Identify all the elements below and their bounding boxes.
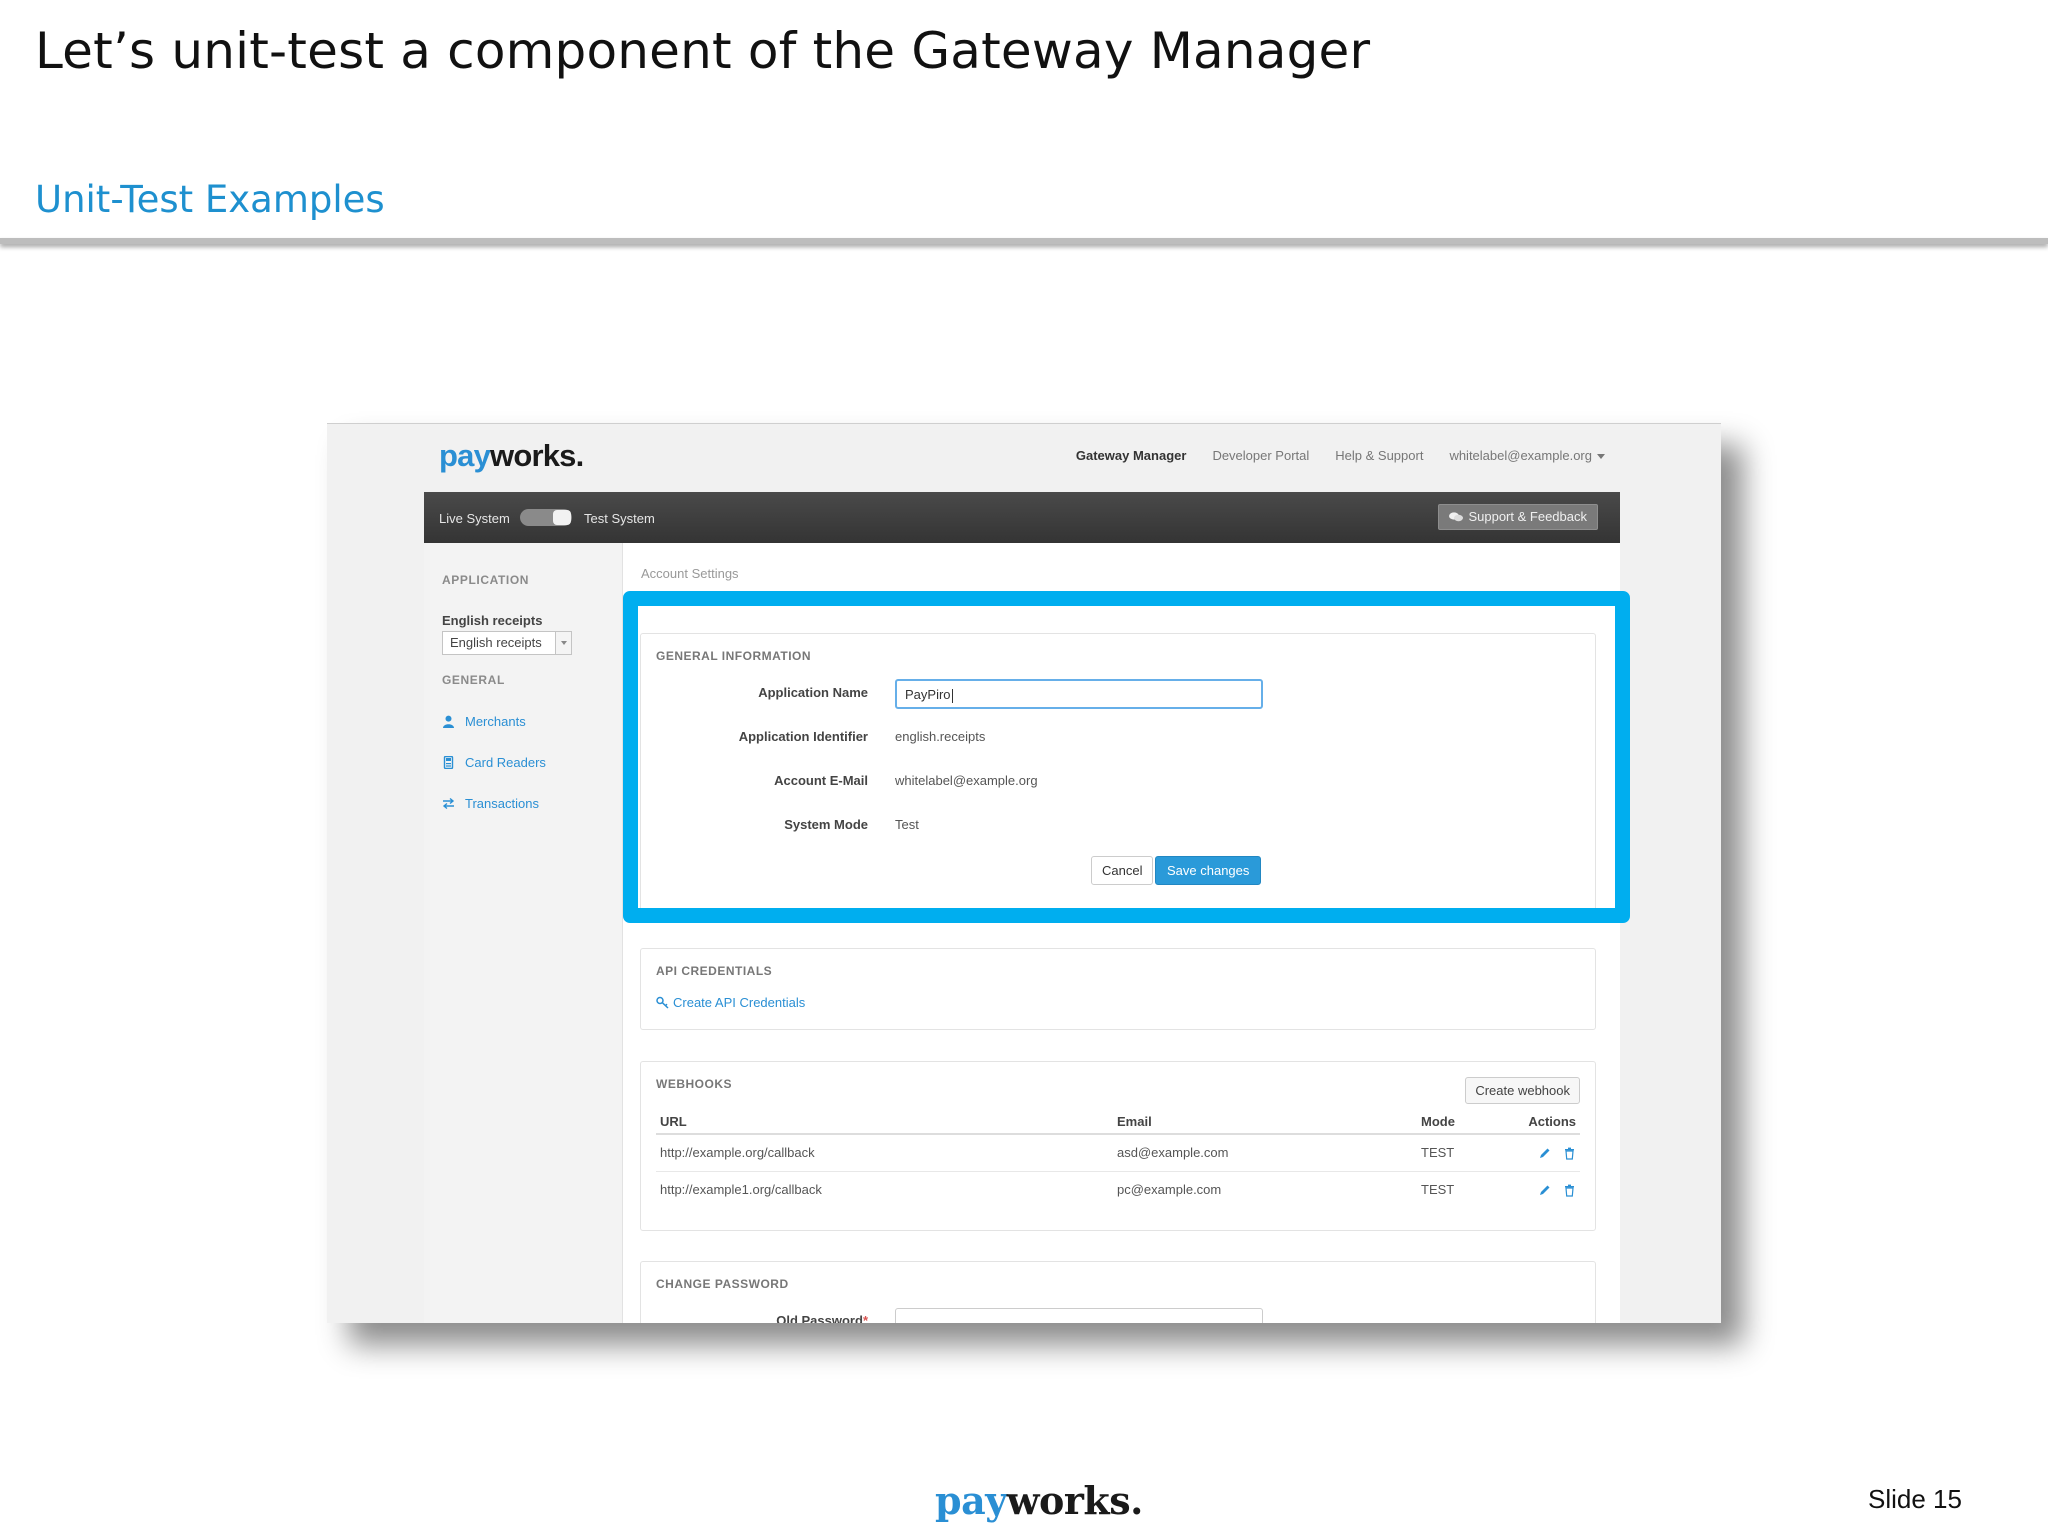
account-email: whitelabel@example.org [1449,448,1592,463]
sidebar-item-merchants[interactable]: Merchants [442,714,526,729]
table-header-row: URL Email Mode Actions [656,1110,1580,1135]
sidebar-item-label: Transactions [465,796,539,811]
column-url: URL [656,1110,1113,1135]
sidebar-heading-general: GENERAL [442,673,505,687]
slide-title: Let’s unit-test a component of the Gatew… [35,22,1371,80]
column-email: Email [1113,1110,1417,1135]
main-content: Account Settings GENERAL INFORMATION App… [623,543,1630,1323]
change-password-heading: CHANGE PASSWORD [656,1277,789,1291]
toggle-knob [553,510,571,525]
webhook-email: asd@example.com [1113,1134,1417,1172]
payworks-logo[interactable]: payworks. [439,438,584,474]
webhook-url: http://example.org/callback [656,1134,1113,1172]
webhook-url: http://example1.org/callback [660,1182,822,1198]
webhook-actions [1517,1171,1580,1208]
column-actions: Actions [1517,1110,1580,1135]
system-toggle[interactable] [520,509,572,526]
select-arrow-icon [555,632,571,654]
column-mode: Mode [1417,1110,1517,1135]
slide-subtitle: Unit-Test Examples [35,178,385,221]
change-password-panel: CHANGE PASSWORD Old Password* [640,1261,1596,1323]
account-menu[interactable]: whitelabel@example.org [1449,448,1605,463]
footer-payworks-logo: payworks. [935,1478,1143,1523]
key-icon [656,996,669,1009]
nav-gateway-manager[interactable]: Gateway Manager [1076,448,1187,463]
sidebar-item-card-readers[interactable]: Card Readers [442,755,546,770]
sidebar: APPLICATION English receipts English rec… [424,543,623,1323]
breadcrumb: Account Settings [641,566,739,581]
logo-works: works. [490,438,584,473]
webhook-mode: TEST [1417,1134,1517,1172]
nav-help-support[interactable]: Help & Support [1335,448,1423,463]
sidebar-item-transactions[interactable]: Transactions [442,796,539,811]
webhook-mode: TEST [1421,1182,1455,1198]
table-row: http://example1.org/callback pc@example.… [656,1171,1580,1208]
card-reader-icon [443,756,454,769]
system-bar: Live System Test System Support & Feedba… [424,492,1620,543]
webhooks-heading: WEBHOOKS [656,1077,732,1091]
application-select-value: English receipts [450,635,542,650]
chevron-down-icon [1597,454,1605,460]
table-row: http://example.org/callback asd@example.… [656,1134,1580,1172]
sidebar-application-name: English receipts [442,613,543,628]
pencil-icon[interactable] [1538,1184,1551,1197]
chat-icon [1449,512,1464,522]
pencil-icon[interactable] [1538,1147,1551,1160]
live-system-label: Live System [439,511,510,526]
footer-logo-works: works. [1006,1478,1144,1523]
sidebar-heading-application: APPLICATION [442,573,530,587]
sidebar-item-label: Merchants [465,714,526,729]
gateway-manager-screenshot: payworks. Gateway Manager Developer Port… [327,423,1721,1323]
api-credentials-heading: API CREDENTIALS [656,964,773,978]
webhook-email: pc@example.com [1117,1182,1222,1198]
old-password-input[interactable] [895,1308,1263,1323]
trash-icon[interactable] [1563,1184,1576,1197]
top-navigation: Gateway Manager Developer Portal Help & … [1076,448,1605,463]
webhook-actions [1517,1134,1580,1172]
webhooks-table: URL Email Mode Actions http://example.or… [656,1110,1580,1208]
webhooks-panel: WEBHOOKS Create webhook URL Email Mode A… [640,1061,1596,1231]
trash-icon[interactable] [1563,1147,1576,1160]
test-system-label: Test System [584,511,655,526]
support-feedback-button[interactable]: Support & Feedback [1438,504,1598,530]
old-password-label: Old Password* [776,1313,868,1323]
application-select[interactable]: English receipts [442,631,572,655]
nav-developer-portal[interactable]: Developer Portal [1212,448,1309,463]
transfer-icon [442,797,455,810]
create-webhook-button[interactable]: Create webhook [1465,1077,1580,1104]
slide-number: Slide 15 [1868,1484,1962,1514]
support-feedback-label: Support & Feedback [1468,509,1587,524]
footer-logo-pay: pay [935,1478,1007,1523]
highlight-frame [623,591,1630,923]
logo-pay: pay [439,438,491,473]
create-api-credentials-label: Create API Credentials [673,995,806,1010]
user-icon [443,715,454,728]
sidebar-item-label: Card Readers [465,755,546,770]
slide-divider [0,238,2048,244]
create-api-credentials-link[interactable]: Create API Credentials [656,995,805,1010]
old-password-label-text: Old Password [776,1313,863,1323]
required-mark: * [862,1313,868,1323]
api-credentials-panel: API CREDENTIALS Create API Credentials [640,948,1596,1030]
